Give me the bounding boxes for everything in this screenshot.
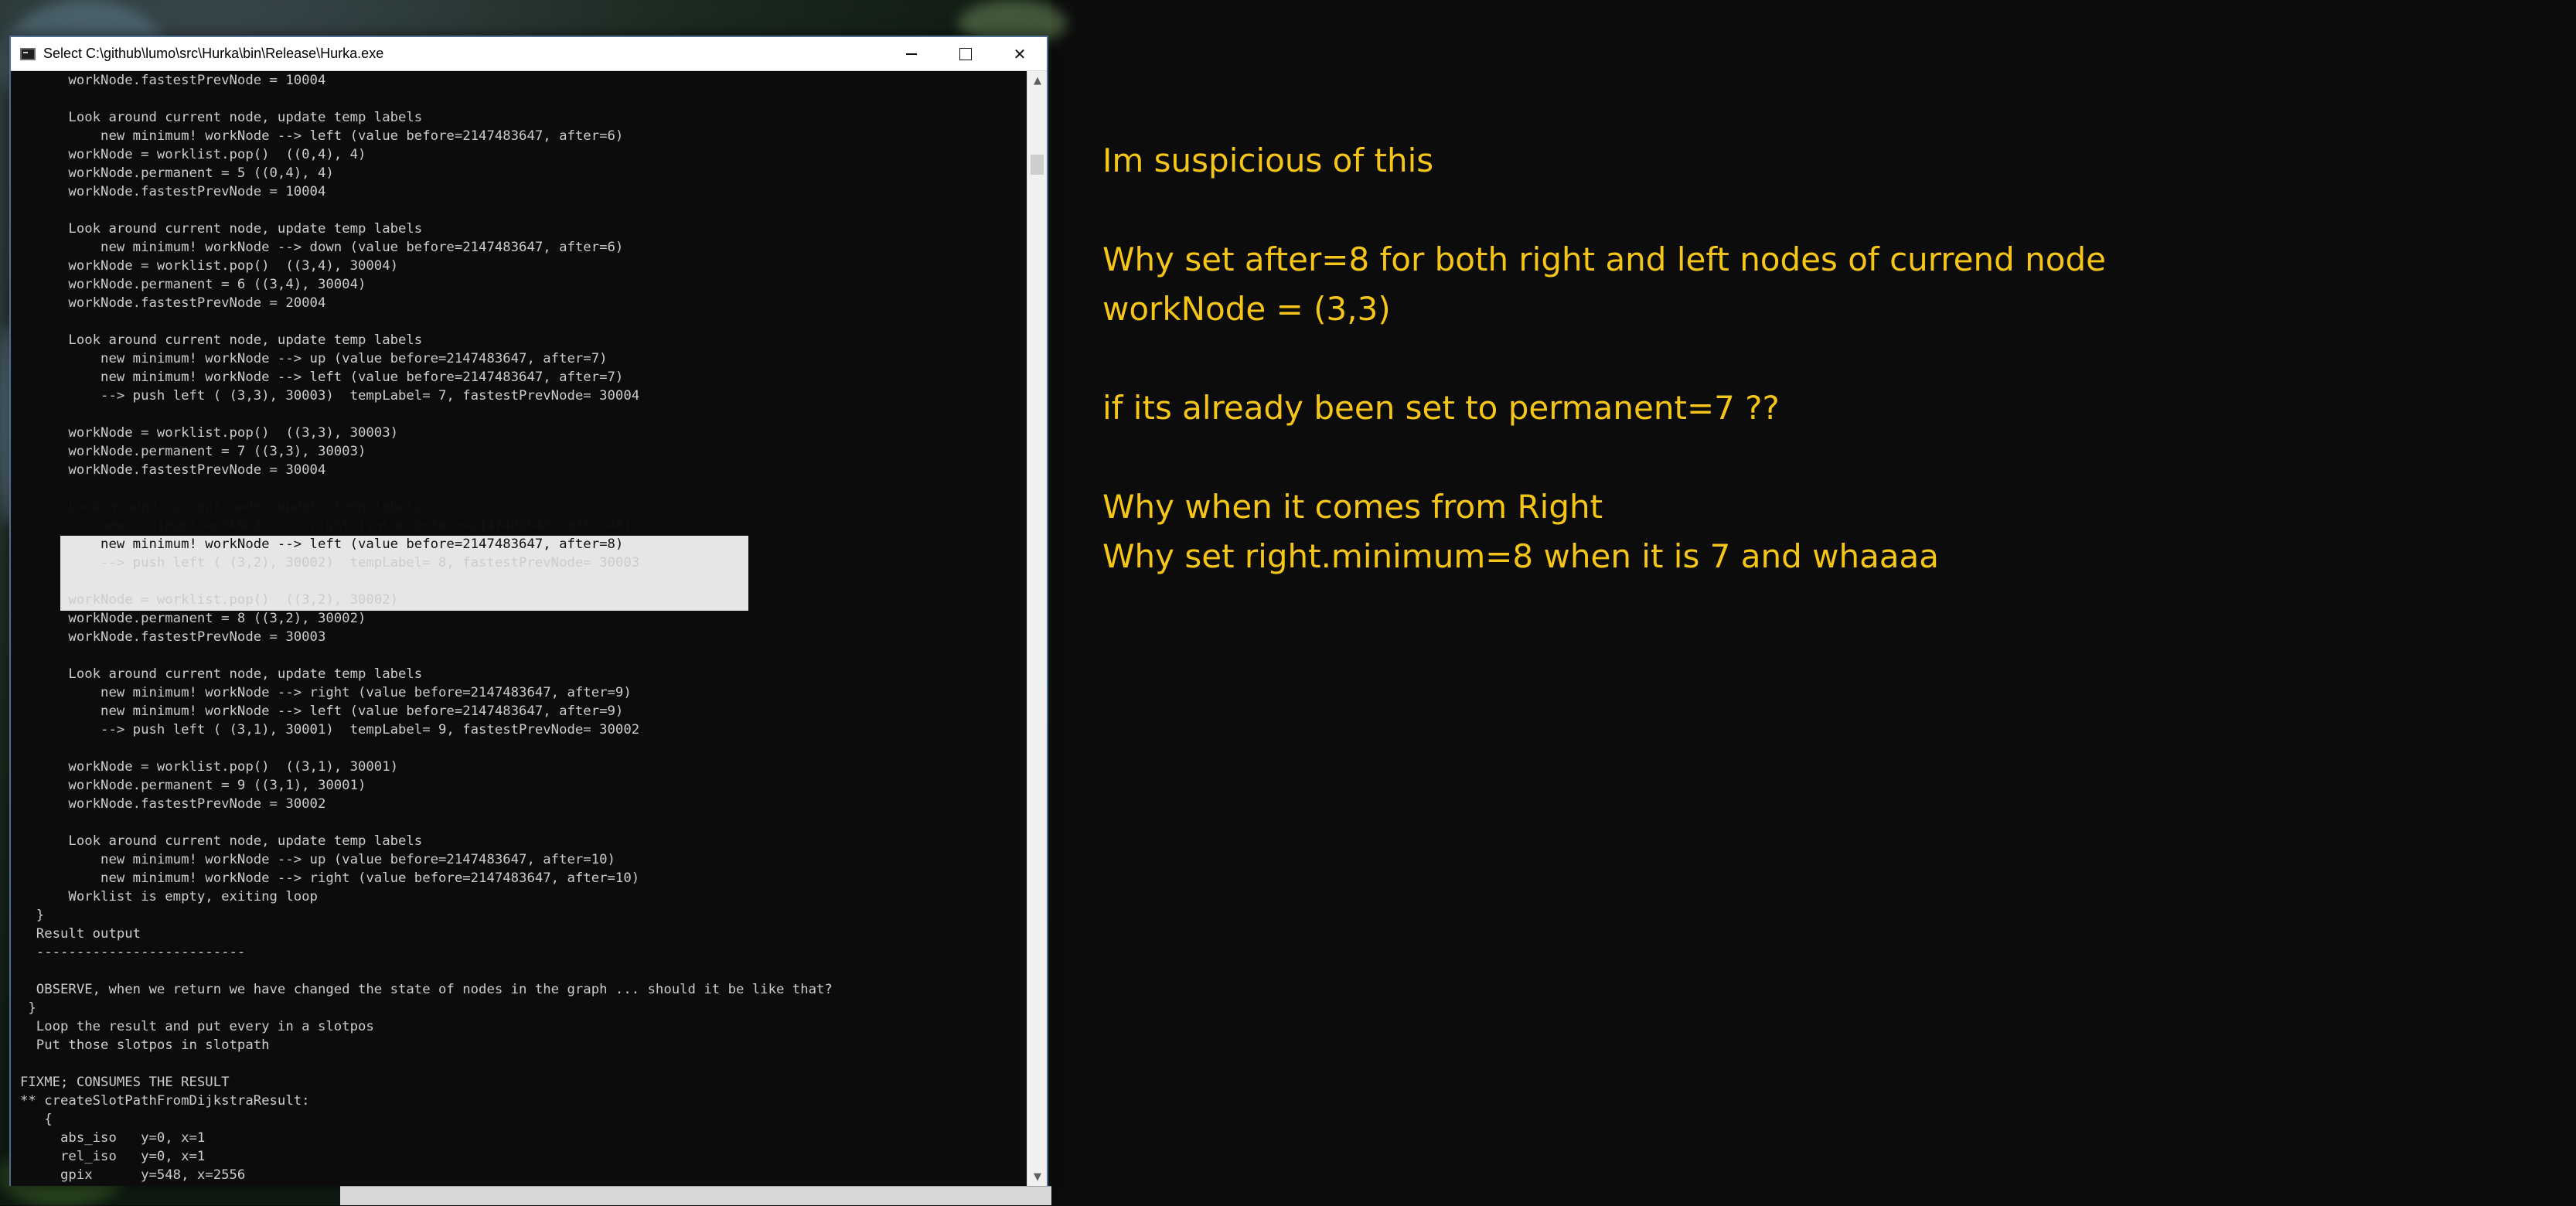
console-line: new minimum! workNode --> left (value be… [20, 704, 624, 719]
note-line [1102, 334, 2106, 383]
console-window[interactable]: Select C:\github\lumo\src\Hurka\bin\Rele… [9, 36, 1048, 1186]
console-line: gpix y=548, x=2556 [20, 1167, 246, 1183]
console-line: workNode.fastestPrevNode = 30003 [20, 629, 326, 645]
console-line: workNode.permanent = 8 ((3,2), 30002) [20, 611, 366, 626]
console-line: new minimum! workNode --> up (value befo… [20, 351, 608, 366]
console-line: Look around current node, update temp la… [20, 833, 423, 849]
console-line: rel_iso y=0, x=1 [20, 1149, 206, 1164]
scrollbar-thumb[interactable] [1031, 155, 1044, 175]
console-line: workNode = worklist.pop() ((3,3), 30003) [20, 425, 398, 441]
console-line: workNode = worklist.pop() ((3,1), 30001) [20, 759, 398, 775]
console-line: workNode = worklist.pop() ((3,4), 30004) [20, 258, 398, 274]
console-line: new minimum! workNode --> up (value befo… [20, 852, 615, 867]
scroll-down-icon[interactable]: ▼ [1027, 1167, 1048, 1186]
window-controls: ✕ [884, 37, 1047, 71]
console-line: new minimum! workNode --> left (value be… [20, 128, 624, 144]
console-line: Look around current node, update temp la… [20, 332, 423, 348]
minimize-icon [906, 53, 917, 55]
console-line: workNode.permanent = 6 ((3,4), 30004) [20, 277, 366, 292]
window-title: Select C:\github\lumo\src\Hurka\bin\Rele… [43, 46, 384, 61]
note-line: Why set right.minimum=8 when it is 7 and… [1102, 537, 1940, 575]
console-line: new minimum! workNode --> right (value b… [20, 685, 632, 700]
console-line: -------------------------- [20, 945, 246, 960]
console-line: new minimum! workNode --> left (value be… [20, 537, 624, 552]
console-line: Look around current node, update temp la… [20, 666, 423, 682]
console-output[interactable]: workNode.fastestPrevNode = 10004 Look ar… [11, 71, 1028, 1186]
console-app-icon [20, 47, 36, 60]
console-line: workNode = worklist.pop() ((0,4), 4) [20, 147, 366, 162]
console-line: --> push left ( (3,1), 30001) tempLabel=… [20, 722, 640, 738]
console-line: FIXME; CONSUMES THE RESULT [20, 1075, 230, 1090]
note-line [1102, 186, 2106, 235]
console-line: workNode = worklist.pop() ((3,2), 30002) [20, 592, 398, 608]
console-line: workNode.fastestPrevNode = 10004 [20, 73, 326, 88]
console-line: new minimum! workNode --> down (value be… [20, 240, 624, 255]
note-line: workNode = (3,3) [1102, 290, 1391, 328]
console-line: } [20, 908, 45, 923]
scroll-up-icon[interactable]: ▲ [1027, 71, 1048, 90]
maximize-button[interactable] [939, 37, 993, 71]
console-line: workNode.permanent = 9 ((3,1), 30001) [20, 778, 366, 793]
close-button[interactable]: ✕ [993, 37, 1047, 71]
console-line: Look around current node, update temp la… [20, 499, 423, 515]
note-line: Why set after=8 for both right and left … [1102, 240, 2106, 278]
console-line: Look around current node, update temp la… [20, 221, 423, 237]
console-line: OBSERVE, when we return we have changed … [20, 982, 833, 997]
maximize-icon [959, 48, 972, 60]
console-line: } [20, 1000, 36, 1016]
console-line: Worklist is empty, exiting loop [20, 889, 318, 904]
annotation-notes: Im suspicious of this Why set after=8 for… [1102, 136, 2106, 581]
note-line: Im suspicious of this [1102, 141, 1434, 179]
console-line: Look around current node, update temp la… [20, 110, 423, 125]
console-line: Put those slotpos in slotpath [20, 1037, 270, 1053]
console-line: new minimum! workNode --> right (value b… [20, 870, 640, 886]
console-line: workNode.fastestPrevNode = 10004 [20, 184, 326, 199]
console-line: new minimum! workNode --> left (value be… [20, 370, 624, 385]
console-lines: workNode.fastestPrevNode = 10004 Look ar… [20, 71, 833, 1184]
console-line: workNode.fastestPrevNode = 20004 [20, 295, 326, 311]
vertical-scrollbar[interactable]: ▲ ▼ [1027, 71, 1047, 1186]
console-line: --> push left ( (3,2), 30002) tempLabel=… [20, 555, 640, 571]
close-icon: ✕ [1013, 45, 1027, 63]
console-line: workNode.fastestPrevNode = 30004 [20, 462, 326, 478]
console-line: new minimum! workNode --> right (value b… [20, 518, 632, 533]
console-line: workNode.permanent = 7 ((3,3), 30003) [20, 444, 366, 459]
console-line: --> push left ( (3,3), 30003) tempLabel=… [20, 388, 640, 404]
minimize-button[interactable] [884, 37, 939, 71]
title-bar[interactable]: Select C:\github\lumo\src\Hurka\bin\Rele… [11, 37, 1047, 71]
console-line: abs_iso y=0, x=1 [20, 1130, 206, 1146]
console-line: { [20, 1112, 53, 1127]
background-window-edge [340, 1186, 1051, 1205]
console-line: workNode.fastestPrevNode = 30002 [20, 796, 326, 812]
console-line: Result output [20, 926, 141, 942]
console-line: workNode.permanent = 5 ((0,4), 4) [20, 165, 334, 181]
note-line: if its already been set to permanent=7 ?… [1102, 389, 1780, 427]
note-line: Why when it comes from Right [1102, 488, 1603, 526]
console-line: ** createSlotPathFromDijkstraResult: [20, 1093, 310, 1109]
console-line: Loop the result and put every in a slotp… [20, 1019, 374, 1034]
note-line [1102, 433, 2106, 482]
